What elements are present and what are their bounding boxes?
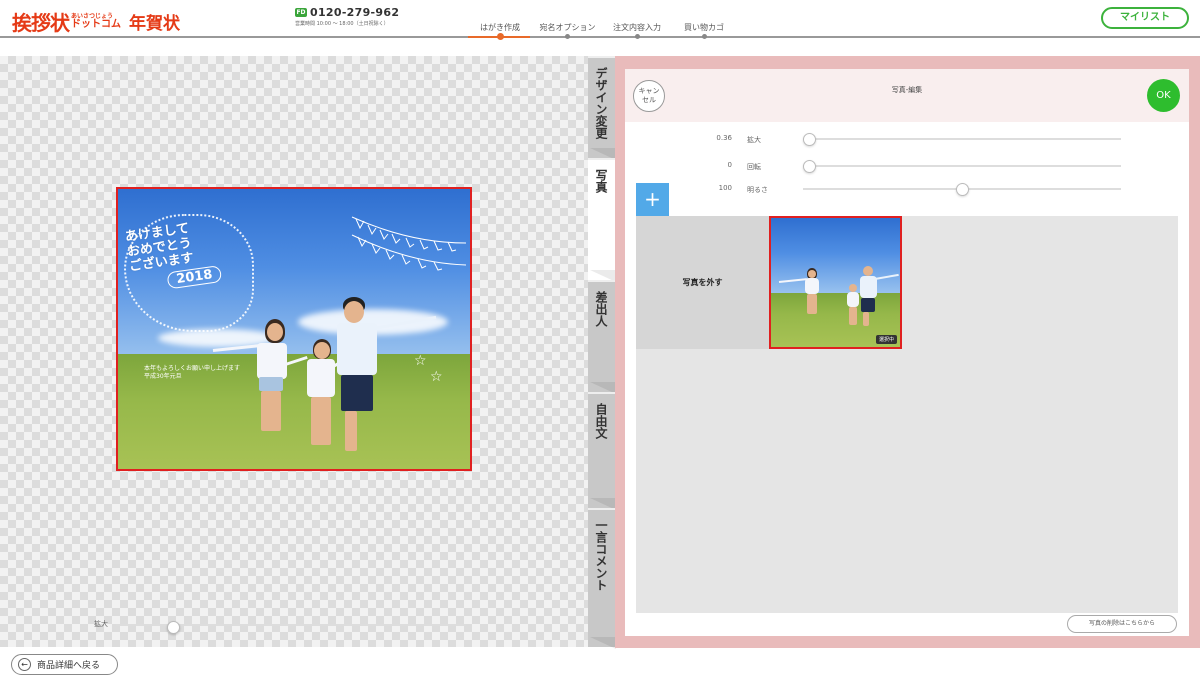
person-mother bbox=[778, 268, 825, 318]
person-mother bbox=[212, 317, 287, 447]
phone-line: FD 0120-279-962 bbox=[295, 6, 399, 19]
zoom-label: 拡大 bbox=[94, 620, 108, 628]
star-icon: ☆ bbox=[414, 353, 427, 369]
star-icon: ☆ bbox=[430, 369, 443, 385]
free-dial-icon: FD bbox=[295, 8, 307, 17]
editor-title: 写真-編集 bbox=[891, 86, 923, 94]
control-value: 0.36 bbox=[716, 134, 732, 142]
step-label: はがき作成 bbox=[480, 23, 520, 32]
brightness-slider-track[interactable] bbox=[803, 183, 1121, 196]
photo-editor-panel: キャンセル 写真-編集 OK 0.36 拡大 0 回転 100 明るさ + 写真… bbox=[625, 69, 1189, 636]
message-line: 平成30年元旦 bbox=[144, 373, 182, 380]
order-steps: はがき作成 宛名オプション 注文内容入力 買い物カゴ bbox=[470, 22, 739, 40]
tab-free-text[interactable]: 自由文 bbox=[588, 392, 616, 510]
person-father bbox=[333, 297, 437, 462]
phone-info: FD 0120-279-962 営業時間 10:00 〜 18:00（土日祝除く… bbox=[295, 6, 399, 27]
rotate-slider-knob[interactable] bbox=[803, 160, 816, 173]
tab-label: 自由文 bbox=[594, 403, 608, 439]
step-address-option: 宛名オプション bbox=[530, 22, 605, 39]
control-label: 明るさ bbox=[747, 186, 768, 194]
back-label: 商品詳細へ戻る bbox=[37, 661, 101, 671]
tab-photo[interactable]: 写真 bbox=[588, 158, 616, 282]
step-cart: 買い物カゴ bbox=[669, 22, 739, 39]
logo-main-text: 挨拶状 bbox=[12, 11, 70, 35]
tab-label: 写真 bbox=[594, 169, 608, 193]
header: 挨拶状 あいさつじょう ドットコム 年賀状 FD 0120-279-962 営業… bbox=[0, 0, 1200, 40]
new-year-message[interactable]: 本年もよろしくお願い申し上げます 平成30年元旦 bbox=[144, 365, 240, 381]
zoom-knob[interactable] bbox=[166, 621, 180, 634]
logo-sub: あいさつじょう ドットコム bbox=[71, 13, 121, 30]
logo-suffix: 年賀状 bbox=[129, 14, 180, 34]
tab-label: デザイン変更 bbox=[594, 67, 608, 139]
control-scale: 0.36 拡大 bbox=[625, 132, 1189, 146]
scale-slider-track[interactable] bbox=[803, 133, 1121, 146]
ok-button[interactable]: OK bbox=[1147, 79, 1180, 112]
photo-thumbnail-selected[interactable]: 選択中 bbox=[769, 216, 902, 349]
logo-dotcom: ドットコム bbox=[71, 18, 121, 30]
postcard-preview[interactable]: あけまして おめでとう ございます 2018 本年もよろしくお願い申し上げます … bbox=[116, 187, 472, 471]
active-step-underline bbox=[468, 36, 530, 38]
control-brightness: 100 明るさ bbox=[625, 182, 1189, 196]
phone-number: 0120-279-962 bbox=[310, 6, 400, 19]
plus-icon: + bbox=[644, 187, 661, 211]
step-label: 注文内容入力 bbox=[613, 23, 661, 32]
business-hours: 営業時間 10:00 〜 18:00（土日祝除く） bbox=[295, 21, 389, 27]
scale-slider-knob[interactable] bbox=[803, 133, 816, 146]
back-to-product-button[interactable]: ← 商品詳細へ戻る bbox=[11, 654, 118, 675]
canvas-zoom-slider: 拡大 bbox=[94, 619, 468, 634]
remove-photo-tile[interactable]: 写真を外す bbox=[636, 216, 769, 349]
control-label: 拡大 bbox=[747, 136, 761, 144]
step-order-input: 注文内容入力 bbox=[605, 22, 669, 39]
step-label: 宛名オプション bbox=[539, 23, 596, 32]
photo-gallery: 写真を外す 選択中 bbox=[636, 216, 1178, 613]
site-logo[interactable]: 挨拶状 あいさつじょう ドットコム 年賀状 bbox=[12, 7, 180, 36]
zoom-track[interactable] bbox=[116, 621, 466, 634]
editor-header: キャンセル 写真-編集 OK bbox=[625, 69, 1189, 122]
design-canvas: あけまして おめでとう ございます 2018 本年もよろしくお願い申し上げます … bbox=[0, 56, 588, 647]
tab-short-comment[interactable]: 一言コメント bbox=[588, 508, 616, 649]
brightness-slider-knob[interactable] bbox=[955, 183, 969, 196]
control-value: 0 bbox=[727, 161, 732, 169]
tab-design-change[interactable]: デザイン変更 bbox=[588, 56, 616, 160]
selected-badge: 選択中 bbox=[875, 335, 897, 344]
delete-photo-link[interactable]: 写真の削除はこちらから bbox=[1067, 615, 1177, 633]
step-dot-icon bbox=[565, 34, 570, 39]
step-dot-icon bbox=[701, 34, 707, 39]
control-value: 100 bbox=[718, 184, 732, 192]
add-photo-button[interactable]: + bbox=[636, 183, 669, 216]
step-card-create: はがき作成 bbox=[470, 22, 530, 40]
step-label: 買い物カゴ bbox=[684, 23, 724, 32]
message-line: 本年もよろしくお願い申し上げます bbox=[144, 365, 241, 372]
control-label: 回転 bbox=[747, 163, 761, 171]
arrow-left-icon: ← bbox=[18, 658, 31, 671]
tab-sender[interactable]: 差出人 bbox=[588, 280, 616, 394]
rotate-slider-track[interactable] bbox=[803, 160, 1121, 173]
tab-label: 差出人 bbox=[594, 291, 608, 327]
bunting-decoration bbox=[351, 216, 467, 271]
mylist-button[interactable]: マイリスト bbox=[1101, 7, 1189, 29]
side-tabs: デザイン変更 写真 差出人 自由文 一言コメント bbox=[588, 56, 616, 649]
step-dot-icon bbox=[634, 34, 640, 39]
tab-label: 一言コメント bbox=[594, 519, 608, 591]
person-father bbox=[857, 266, 899, 328]
control-rotate: 0 回転 bbox=[625, 159, 1189, 173]
